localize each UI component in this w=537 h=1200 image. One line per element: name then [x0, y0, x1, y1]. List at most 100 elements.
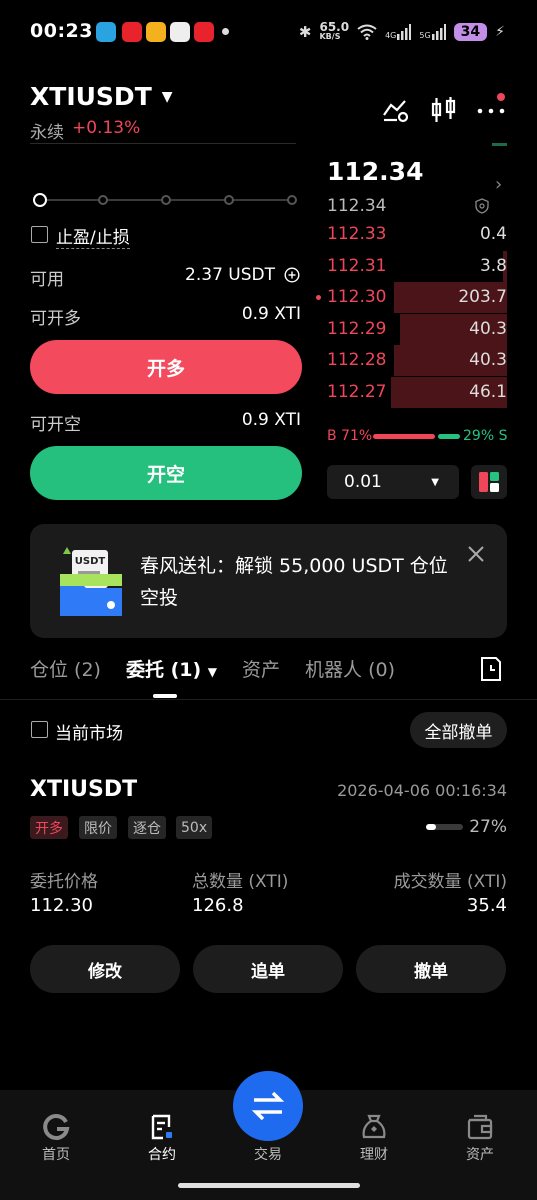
divider [30, 143, 296, 144]
signal-4g: 4G [385, 24, 412, 40]
current-market-checkbox[interactable] [31, 721, 48, 738]
close-icon[interactable] [466, 544, 486, 564]
ask-price: 112.31 [327, 256, 387, 276]
battery-indicator: 34 [453, 23, 488, 41]
ask-price: 112.28 [327, 350, 387, 370]
promo-badge: USDT [75, 556, 106, 567]
bluetooth-icon: ✱ [298, 23, 312, 41]
nav-futures[interactable]: 合约 [122, 1110, 202, 1164]
trade-fab-button[interactable] [233, 1071, 303, 1141]
nav-trade-label: 交易 [254, 1147, 282, 1163]
chase-order-button[interactable]: 追单 [193, 945, 343, 993]
ask-qty: 203.7 [458, 287, 507, 307]
ask-row[interactable]: 112.28 40.3 [313, 345, 507, 376]
shield-icon [475, 198, 489, 214]
telegram-app-icon [96, 22, 116, 42]
order-filled-label: 成交数量 (XTI) [393, 872, 507, 892]
open-short-button[interactable]: 开空 [30, 446, 302, 500]
net-speed: 65.0 KB/S [319, 20, 350, 41]
tab-assets[interactable]: 资产 [242, 655, 280, 685]
order-price-label: 委托价格 [30, 872, 98, 892]
ask-qty: 46.1 [469, 382, 507, 402]
ask-qty: 40.3 [469, 319, 507, 339]
signal-5g: 5G [419, 24, 446, 40]
leverage-slider-knob[interactable] [33, 193, 47, 207]
tpsl-label[interactable]: 止盈/止损 [56, 223, 130, 249]
current-order-dot [316, 295, 321, 300]
nav-trade[interactable]: 交易 [228, 1144, 308, 1164]
more-notifications-icon [222, 28, 229, 35]
contract-type: 永续 [30, 123, 64, 143]
slider-tick[interactable] [98, 195, 108, 205]
order-filled-value: 35.4 [466, 895, 507, 916]
active-tab-indicator [153, 694, 177, 698]
notification-dot [497, 93, 505, 101]
ask-row[interactable]: 112.31 3.8 [313, 251, 507, 282]
slider-tick[interactable] [161, 195, 171, 205]
nav-home[interactable]: 首页 [16, 1110, 96, 1164]
cancel-all-button[interactable]: 全部撤单 [410, 712, 507, 748]
earn-icon [362, 1114, 386, 1139]
slider-tick[interactable] [287, 195, 297, 205]
fill-progress [426, 824, 436, 830]
tab-orders[interactable]: 委托 (1) ▼ [126, 655, 217, 685]
status-bar: 00:23 ✱ 65.0 KB/S 4G 5G 34 ⚡ [0, 0, 537, 62]
order-tag-type: 限价 [79, 816, 117, 839]
sell-ratio-bar [438, 434, 460, 439]
caret-down-icon: ▼ [431, 476, 439, 488]
available-label: 可用 [30, 270, 64, 290]
order-history-icon[interactable] [480, 656, 502, 682]
status-time: 00:23 [30, 20, 93, 42]
order-price-value: 112.30 [30, 895, 93, 916]
order-time: 2026-04-06 00:16:34 [337, 781, 507, 800]
open-long-button[interactable]: 开多 [30, 340, 302, 394]
modify-order-button[interactable]: 修改 [30, 945, 180, 993]
douyin-app-icon [122, 22, 142, 42]
ask-row[interactable]: 112.27 46.1 [313, 377, 507, 408]
tab-positions[interactable]: 仓位 (2) [30, 655, 101, 685]
chart-settings-icon[interactable] [381, 95, 411, 125]
buy-ratio-bar [373, 434, 435, 439]
add-funds-icon[interactable] [284, 267, 300, 283]
avatar-app-icon [170, 22, 190, 42]
ask-row[interactable]: 112.29 40.3 [313, 314, 507, 345]
promo-banner[interactable]: USDT 春风送礼：解锁 55,000 USDT 仓位空投 [30, 524, 507, 638]
price-change: +0.13% [72, 118, 141, 138]
futures-icon [151, 1114, 172, 1140]
ask-price: 112.33 [327, 224, 387, 244]
status-right: ✱ 65.0 KB/S 4G 5G 34 ⚡ [299, 18, 505, 46]
orderbook-layout-button[interactable] [471, 465, 507, 499]
chevron-right-icon[interactable]: › [495, 174, 502, 195]
ask-price: 112.29 [327, 319, 387, 339]
pair-selector[interactable]: XTIUSDT ▼ [30, 82, 173, 111]
nav-earn[interactable]: 理财 [334, 1110, 414, 1164]
candlestick-chart-icon[interactable] [429, 95, 459, 125]
order-total-value: 126.8 [192, 895, 244, 916]
slider-tick[interactable] [224, 195, 234, 205]
cancel-order-button[interactable]: 撤单 [356, 945, 506, 993]
open-short-value: 0.9 XTI [241, 410, 301, 430]
ask-row[interactable]: 112.30 203.7 [313, 282, 507, 313]
order-tag-leverage: 50x [176, 816, 213, 839]
wallet-icon [467, 1114, 493, 1140]
fill-progress-bar [426, 824, 463, 830]
ask-qty: 3.8 [479, 256, 507, 276]
divider [0, 699, 537, 700]
promo-airdrop-icon: USDT [60, 547, 122, 616]
open-long-label: 可开多 [30, 309, 81, 329]
home-indicator [178, 1183, 360, 1188]
order-tabs: 仓位 (2) 委托 (1) ▼ 资产 机器人 (0) [30, 655, 420, 685]
tab-bots[interactable]: 机器人 (0) [305, 655, 395, 685]
nav-assets[interactable]: 资产 [440, 1110, 520, 1164]
open-short-label: 可开空 [30, 415, 81, 435]
fill-percent: 27% [469, 817, 507, 837]
charging-icon: ⚡ [495, 24, 505, 40]
ask-row[interactable]: 112.33 0.4 [313, 219, 507, 250]
open-long-value: 0.9 XTI [241, 304, 301, 324]
buy-ratio: B 71% [327, 428, 373, 444]
caret-down-icon: ▼ [161, 88, 173, 105]
tpsl-checkbox[interactable] [31, 226, 48, 243]
current-market-label[interactable]: 当前市场 [55, 719, 123, 744]
precision-select[interactable]: 0.01 ▼ [327, 465, 459, 499]
available-value: 2.37 USDT [185, 265, 275, 285]
